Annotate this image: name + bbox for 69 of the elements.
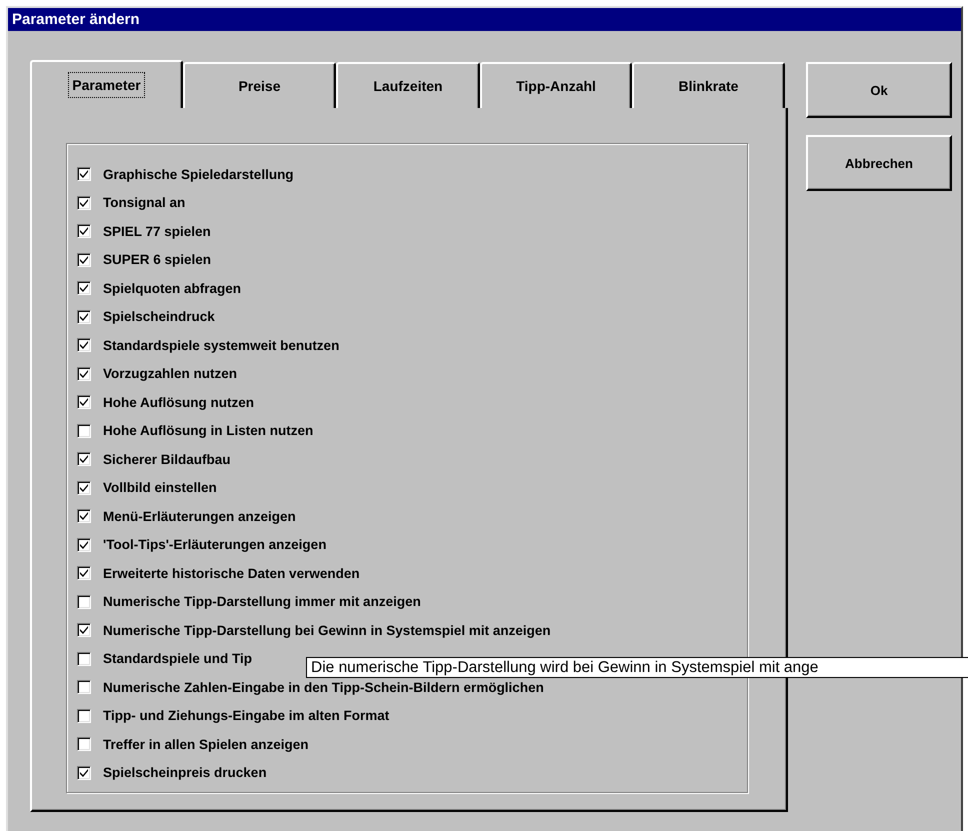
checkbox-label: SUPER 6 spielen: [103, 252, 212, 268]
checkbox-label: Tipp- und Ziehungs-Eingabe im alten Format: [103, 708, 390, 724]
check-icon: [80, 626, 88, 634]
checkbox-label: Treffer in allen Spielen anzeigen: [103, 736, 309, 752]
tooltip: Die numerische Tipp-Darstellung wird bei Gewinn in Systemspiel mit ange: [306, 657, 968, 678]
checkbox[interactable]: [77, 395, 91, 410]
checkbox-label: Spielscheindruck: [103, 309, 215, 324]
check-icon: [80, 198, 88, 207]
checkbox[interactable]: [77, 538, 91, 552]
checkbox[interactable]: [77, 167, 91, 182]
checkbox[interactable]: [77, 680, 91, 694]
check-icon: [80, 540, 88, 549]
check-icon: [80, 768, 88, 777]
check-icon: [80, 341, 88, 350]
checkbox[interactable]: [77, 366, 91, 381]
check-icon: [80, 455, 88, 464]
checkbox[interactable]: [77, 509, 91, 524]
checkbox-label: Spielscheinpreis drucken: [103, 765, 267, 780]
checkbox-label: Tonsignal an: [103, 195, 186, 210]
checkbox-label: Graphische Spieledarstellung: [103, 166, 294, 182]
check-icon: [80, 569, 88, 578]
checkbox-label: Numerische Tipp-Darstellung immer mit anzeigen: [103, 594, 421, 610]
tab[interactable]: Tipp-Anzahl: [480, 62, 632, 108]
check-icon: [80, 398, 88, 406]
checkbox[interactable]: [77, 252, 91, 267]
checkbox-label: Hohe Auflösung nutzen: [103, 394, 254, 410]
checkbox[interactable]: [77, 281, 91, 296]
tab[interactable]: Parameter: [30, 60, 183, 108]
checkbox[interactable]: [77, 623, 91, 638]
checkbox[interactable]: [77, 737, 91, 752]
checkbox[interactable]: [77, 652, 91, 666]
checkbox-label: Standardspiele systemweit benutzen: [103, 338, 340, 353]
checkbox[interactable]: [77, 196, 91, 210]
checkbox-label: Sicherer Bildaufbau: [103, 452, 231, 467]
ok-button[interactable]: Ok: [806, 62, 952, 118]
check-icon: [80, 256, 88, 264]
checkbox[interactable]: [77, 452, 91, 466]
checkbox[interactable]: [77, 480, 91, 495]
checkbox-label: Vorzugzahlen nutzen: [103, 366, 237, 382]
checkbox[interactable]: [77, 566, 91, 580]
checkbox-label: Erweiterte historische Daten verwenden: [103, 566, 360, 581]
window-title: Parameter ändern: [8, 8, 961, 31]
check-icon: [80, 484, 88, 492]
check-icon: [80, 312, 88, 321]
checkbox[interactable]: [77, 424, 91, 438]
checkbox-label: Hohe Auflösung in Listen nutzen: [103, 423, 314, 438]
checkbox[interactable]: [77, 766, 91, 780]
checkbox-label: Vollbild einstellen: [103, 480, 217, 496]
checkbox-label: 'Tool-Tips'-Erläuterungen anzeigen: [103, 537, 326, 552]
checkbox[interactable]: [77, 310, 91, 324]
checkbox-label: Numerische Zahlen-Eingabe in den Tipp-Schein-Bildern ermöglichen: [103, 680, 544, 695]
checkbox[interactable]: [77, 594, 91, 609]
checkbox-label: SPIEL 77 spielen: [103, 224, 211, 239]
checkbox-label: Standardspiele und Tip: [103, 651, 252, 666]
cancel-button[interactable]: Abbrechen: [806, 135, 952, 191]
checkbox[interactable]: [77, 338, 91, 352]
checkbox-label: Menü-Erläuterungen anzeigen: [103, 508, 296, 524]
check-icon: [80, 370, 88, 378]
check-icon: [80, 227, 88, 236]
check-icon: [80, 170, 88, 178]
checkbox-label: Numerische Tipp-Darstellung bei Gewinn in Systemspiel mit anzeigen: [103, 622, 551, 638]
tab[interactable]: Laufzeiten: [336, 62, 480, 108]
check-icon: [80, 284, 88, 292]
checkbox[interactable]: [77, 708, 91, 723]
tab[interactable]: Blinkrate: [632, 62, 785, 108]
check-icon: [80, 512, 88, 520]
checkbox[interactable]: [77, 224, 91, 238]
tab[interactable]: Preise: [183, 62, 336, 108]
checkbox-label: Spielquoten abfragen: [103, 280, 242, 296]
